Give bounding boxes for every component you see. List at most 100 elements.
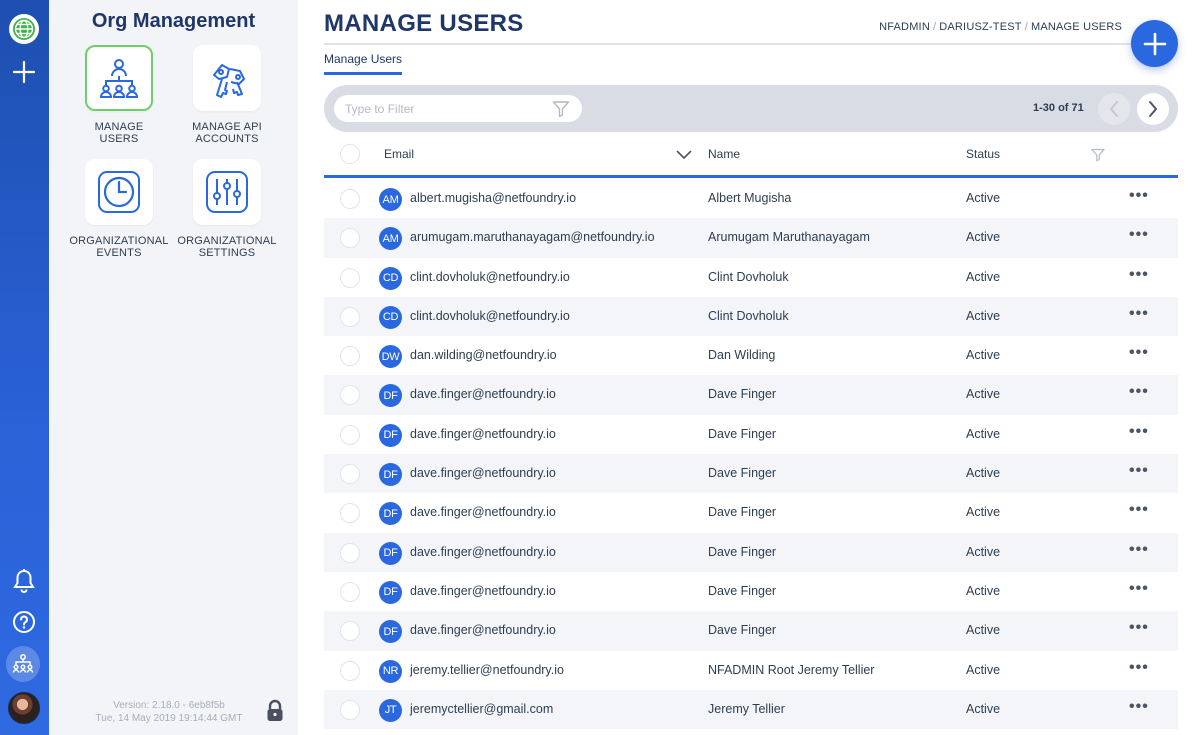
chevron-left-icon	[1109, 101, 1118, 117]
tile-organizational-settings[interactable]	[193, 159, 261, 225]
row-checkbox[interactable]	[340, 464, 360, 485]
rail-add-button[interactable]	[8, 56, 40, 88]
table-row[interactable]: DW dan.wilding@netfoundry.io Dan Wilding Ac…	[324, 336, 1178, 375]
user-email: dave.finger@netfoundry.io	[410, 387, 556, 402]
row-actions-button[interactable]: •••	[1129, 226, 1149, 244]
user-name: Dave Finger	[708, 544, 777, 559]
pagination-range: 1-30 of 71	[1033, 102, 1084, 114]
tile-manage-users[interactable]	[85, 45, 153, 111]
table-row[interactable]: CD clint.dovholuk@netfoundry.io Clint Dovh…	[324, 258, 1178, 297]
header-divider	[324, 175, 1178, 178]
notifications-button[interactable]	[8, 565, 40, 597]
row-actions-button[interactable]: •••	[1129, 659, 1149, 677]
row-checkbox[interactable]	[340, 581, 360, 602]
row-actions-button[interactable]: •••	[1129, 383, 1149, 401]
user-email: dave.finger@netfoundry.io	[410, 583, 556, 598]
row-actions-button[interactable]: •••	[1129, 423, 1149, 441]
chevron-down-icon[interactable]	[676, 150, 692, 160]
row-actions-button[interactable]: •••	[1129, 305, 1149, 323]
panel-title: Org Management	[91, 10, 256, 32]
user-initials-avatar: DF	[379, 580, 402, 604]
row-checkbox[interactable]	[340, 503, 360, 524]
row-actions-button[interactable]: •••	[1129, 501, 1149, 519]
page-title: MANAGE USERS	[324, 10, 524, 37]
tile-organizational-events[interactable]	[85, 159, 153, 225]
help-button[interactable]	[8, 606, 40, 638]
row-actions-button[interactable]: •••	[1129, 462, 1149, 480]
row-checkbox[interactable]	[340, 424, 360, 445]
user-status: Active	[966, 387, 1001, 402]
user-status: Active	[966, 583, 1001, 598]
row-checkbox[interactable]	[340, 228, 360, 249]
table-row[interactable]: DF dave.finger@netfoundry.io Dave Finger Ac…	[324, 375, 1178, 415]
lock-button[interactable]	[266, 699, 284, 728]
table-row[interactable]: DF dave.finger@netfoundry.io Dave Finger Ac…	[324, 572, 1178, 611]
user-initials-avatar: DF	[379, 541, 402, 565]
user-email: clint.dovholuk@netfoundry.io	[410, 269, 570, 284]
row-checkbox[interactable]	[340, 699, 360, 720]
row-checkbox[interactable]	[340, 189, 360, 209]
table-row[interactable]: DF dave.finger@netfoundry.io Dave Finger Ac…	[324, 415, 1178, 454]
version-text: Version: 2.18.0 - 6eb8f5b	[113, 700, 225, 711]
row-checkbox[interactable]	[340, 267, 360, 288]
table-row[interactable]: AM albert.mugisha@netfoundry.io Albert Mug…	[324, 179, 1178, 218]
user-status: Active	[966, 623, 1001, 638]
user-status: Active	[966, 269, 1001, 284]
row-checkbox[interactable]	[340, 660, 360, 681]
row-checkbox[interactable]	[340, 346, 360, 367]
user-name: Dave Finger	[708, 426, 777, 441]
row-actions-button[interactable]: •••	[1129, 344, 1149, 362]
add-user-button[interactable]	[1131, 20, 1178, 67]
column-header-name[interactable]: Name	[708, 147, 740, 161]
user-initials-avatar: DF	[379, 463, 402, 487]
user-status: Active	[966, 230, 1001, 245]
row-checkbox[interactable]	[340, 306, 360, 327]
table-row[interactable]: DF dave.finger@netfoundry.io Dave Finger Ac…	[324, 493, 1178, 532]
row-actions-button[interactable]: •••	[1129, 698, 1149, 716]
user-avatar[interactable]	[8, 692, 40, 724]
breadcrumb-item[interactable]: DARIUSZ-TEST	[939, 21, 1021, 33]
globe-button[interactable]	[8, 13, 40, 45]
user-name: Dave Finger	[708, 466, 777, 481]
column-filter-icon[interactable]	[1091, 148, 1105, 162]
row-actions-button[interactable]: •••	[1129, 619, 1149, 637]
row-checkbox[interactable]	[340, 621, 360, 642]
sliders-icon	[206, 171, 248, 213]
table-row[interactable]: JT jeremyctellier@gmail.com Jeremy Tellier…	[324, 689, 1178, 730]
table-row[interactable]: DF dave.finger@netfoundry.io Dave Finger Ac…	[324, 611, 1178, 651]
row-checkbox[interactable]	[340, 542, 360, 563]
table-row[interactable]: DF dave.finger@netfoundry.io Dave Finger Ac…	[324, 454, 1178, 494]
user-status: Active	[966, 466, 1001, 481]
tile-label-organizational-settings: ORGANIZATIONAL SETTINGS	[177, 235, 277, 259]
main-content: MANAGE USERS NFADMIN / DARIUSZ-TEST / MANAGE…	[298, 0, 1200, 735]
select-all-checkbox[interactable]	[340, 144, 360, 164]
user-name: Arumugam Maruthanayagam	[708, 230, 870, 245]
user-email: dave.finger@netfoundry.io	[410, 623, 556, 638]
next-page-button[interactable]	[1137, 93, 1169, 125]
users-table-body: AM albert.mugisha@netfoundry.io Albert Mug…	[324, 179, 1178, 730]
table-row[interactable]: NR jeremy.tellier@netfoundry.io NFADMIN Ro…	[324, 651, 1178, 690]
row-actions-button[interactable]: •••	[1129, 266, 1149, 284]
org-chart-icon	[99, 59, 139, 98]
help-icon	[13, 611, 35, 633]
column-header-email[interactable]: Email	[384, 147, 414, 161]
row-actions-button[interactable]: •••	[1129, 580, 1149, 598]
table-row[interactable]: CD clint.dovholuk@netfoundry.io Clint Dovh…	[324, 296, 1178, 337]
title-divider	[324, 43, 1174, 45]
breadcrumb-item[interactable]: NFADMIN	[879, 21, 930, 33]
row-checkbox[interactable]	[340, 385, 360, 406]
row-actions-button[interactable]: •••	[1129, 541, 1149, 559]
table-row[interactable]: DF dave.finger@netfoundry.io Dave Finger Ac…	[324, 532, 1178, 572]
previous-page-button[interactable]	[1098, 93, 1130, 125]
row-actions-button[interactable]: •••	[1129, 187, 1149, 205]
org-management-button[interactable]	[6, 646, 40, 682]
column-header-status[interactable]: Status	[966, 147, 1000, 161]
tile-manage-api-accounts[interactable]	[193, 45, 261, 111]
tab-manage-users[interactable]: Manage Users	[324, 52, 403, 75]
user-status: Active	[966, 505, 1001, 520]
plus-icon	[12, 60, 36, 84]
filter-input[interactable]	[334, 95, 582, 122]
table-row[interactable]: AM arumugam.maruthanayagam@netfoundry.io A…	[324, 218, 1178, 258]
filter-icon[interactable]	[552, 100, 570, 118]
user-initials-avatar: AM	[379, 227, 402, 251]
